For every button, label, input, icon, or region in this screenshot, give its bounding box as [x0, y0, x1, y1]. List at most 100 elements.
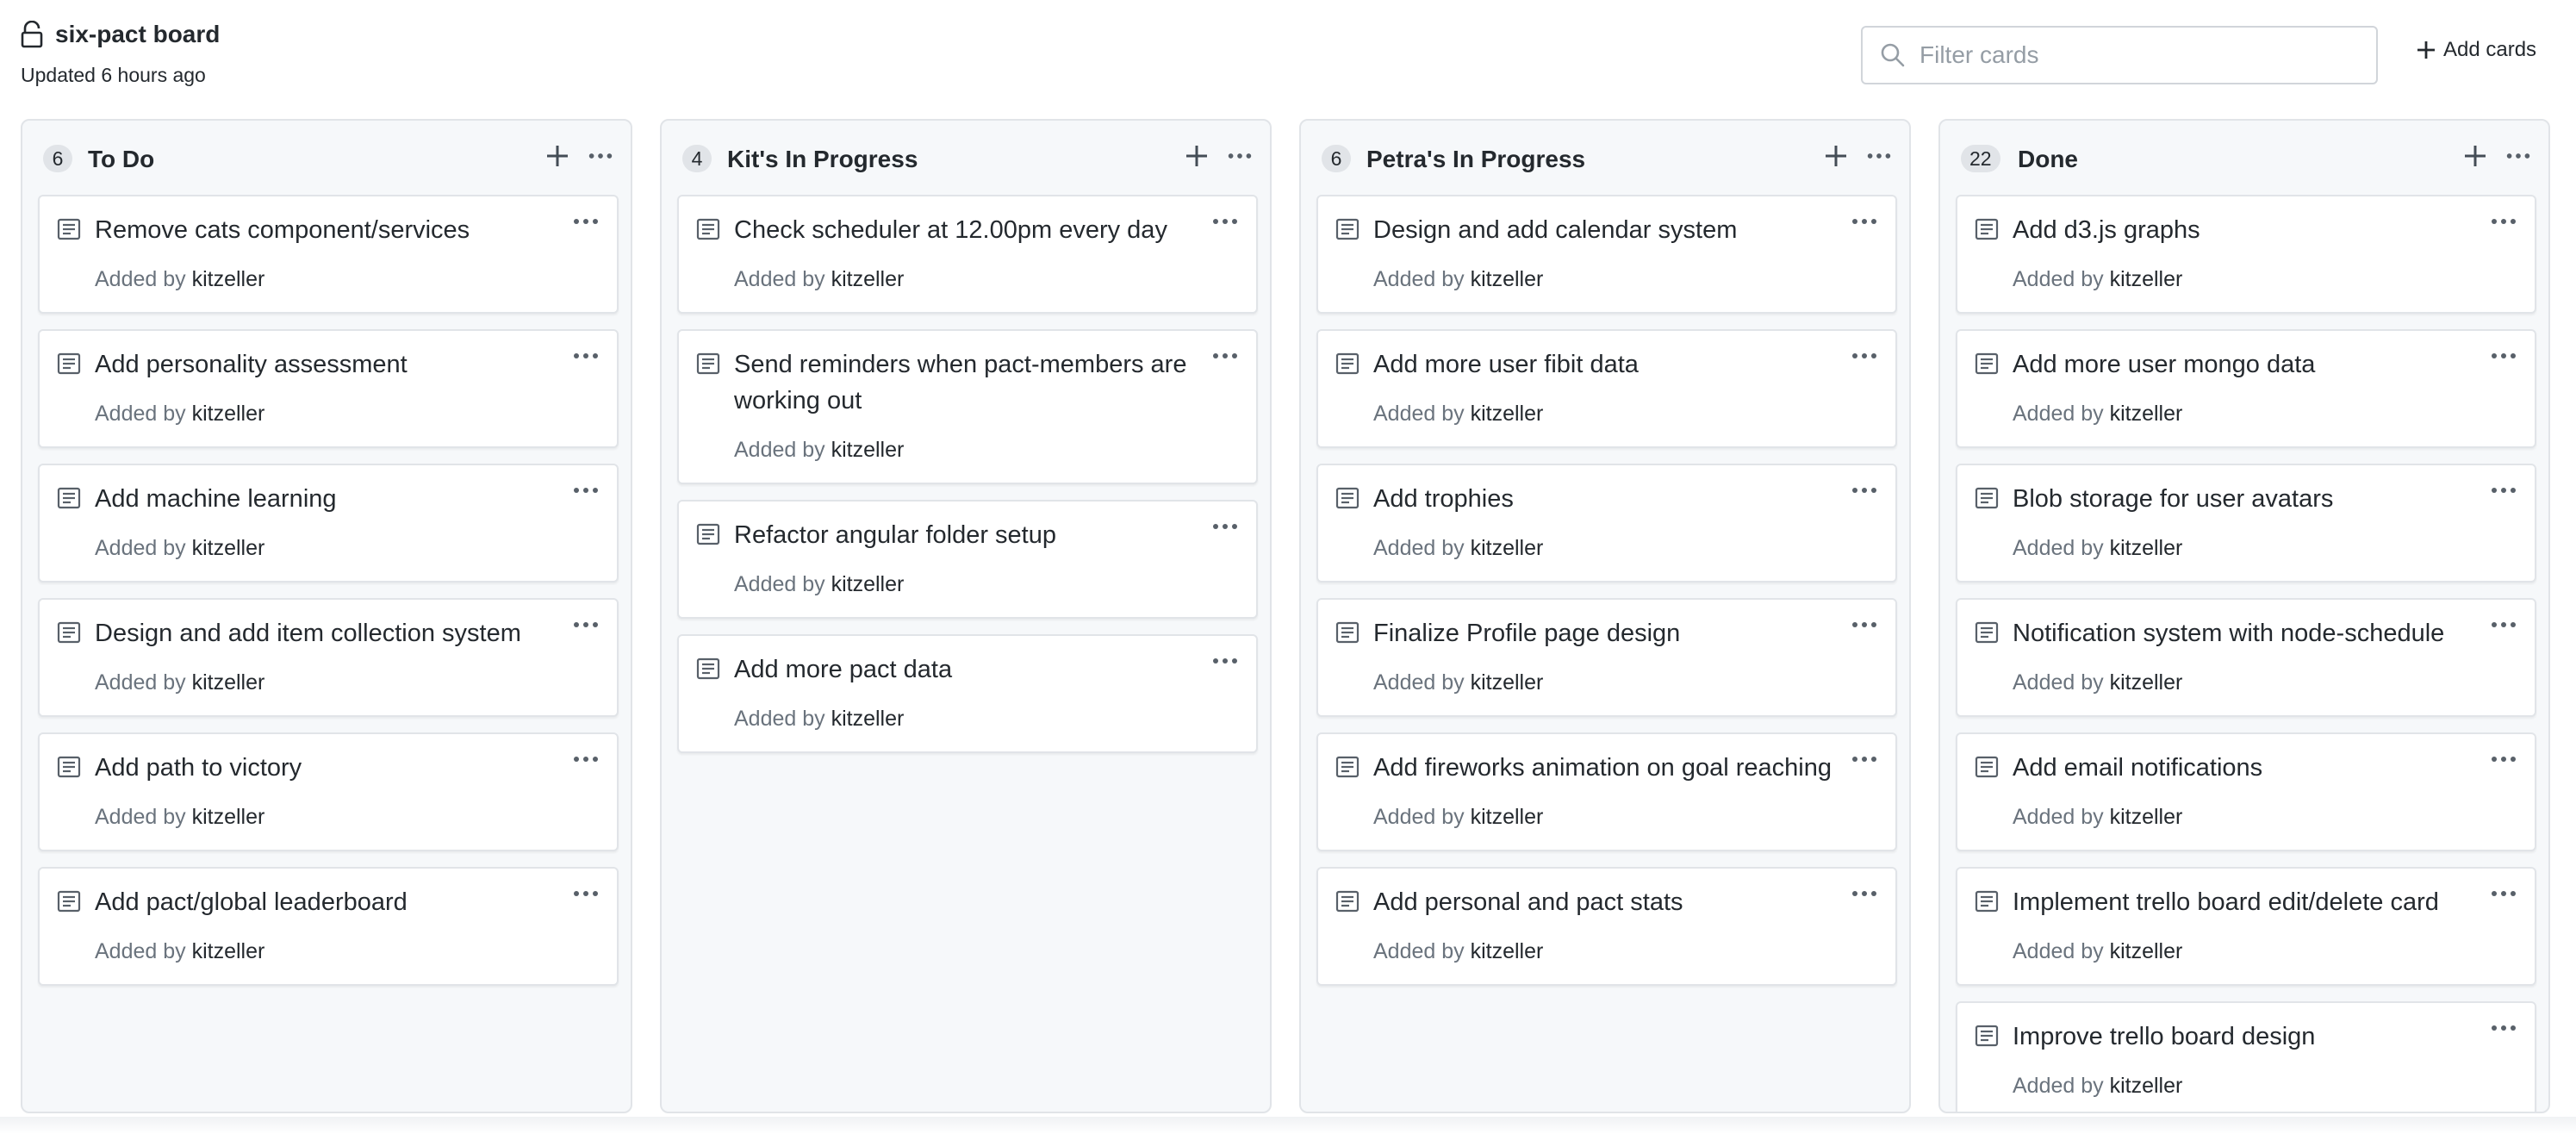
card-menu-icon[interactable] — [1849, 345, 1880, 367]
card-author-link[interactable]: kitzeller — [192, 670, 265, 695]
card-author-link[interactable]: kitzeller — [1471, 939, 1544, 963]
added-by-label: Added by — [1373, 939, 1465, 963]
card-author-link[interactable]: kitzeller — [192, 805, 265, 829]
card-title: Check scheduler at 12.00pm every day — [734, 216, 1167, 244]
card[interactable]: Add email notifications Added by kitzelle… — [1956, 732, 2536, 851]
card-author-link[interactable]: kitzeller — [831, 438, 905, 462]
card[interactable]: Add more user mongo data Added by kitzell… — [1956, 329, 2536, 448]
card-author-link[interactable]: kitzeller — [2110, 670, 2183, 695]
column-menu-icon[interactable] — [2504, 143, 2533, 169]
card[interactable]: Blob storage for user avatars Added by ki… — [1956, 464, 2536, 583]
card-meta: Added by kitzeller — [2013, 536, 2182, 561]
card-menu-icon[interactable] — [2488, 210, 2519, 233]
card-menu-icon[interactable] — [1210, 210, 1241, 233]
card-meta: Added by kitzeller — [1373, 267, 1543, 292]
column-title: Done — [2018, 146, 2078, 172]
card-author-link[interactable]: kitzeller — [1471, 670, 1544, 695]
card[interactable]: Add personal and pact stats Added by kitz… — [1316, 867, 1897, 986]
card-meta: Added by kitzeller — [2013, 402, 2182, 427]
filter-cards-input[interactable] — [1920, 41, 2368, 69]
card-author-link[interactable]: kitzeller — [1471, 267, 1544, 291]
card-menu-icon[interactable] — [570, 479, 601, 502]
card-author-link[interactable]: kitzeller — [831, 572, 905, 596]
card-author-link[interactable]: kitzeller — [2110, 402, 2183, 426]
card-author-link[interactable]: kitzeller — [2110, 1074, 2183, 1098]
card[interactable]: Finalize Profile page design Added by kit… — [1316, 598, 1897, 717]
card-menu-icon[interactable] — [2488, 614, 2519, 636]
card[interactable]: Add fireworks animation on goal reaching… — [1316, 732, 1897, 851]
card-menu-icon[interactable] — [2488, 748, 2519, 770]
card[interactable]: Design and add calendar system Added by k… — [1316, 195, 1897, 314]
card-menu-icon[interactable] — [570, 748, 601, 770]
note-icon — [57, 352, 81, 375]
card[interactable]: Add machine learning Added by kitzeller — [38, 464, 619, 583]
card[interactable]: Improve trello board design Added by kitz… — [1956, 1001, 2536, 1112]
add-card-plus-icon[interactable] — [1823, 143, 1849, 169]
filter-cards-field[interactable] — [1861, 26, 2378, 84]
board-column: 4 Kit's In Progress Check scheduler at 12.… — [660, 119, 1272, 1113]
add-card-plus-icon[interactable] — [1184, 143, 1210, 169]
card-menu-icon[interactable] — [1210, 345, 1241, 367]
card-menu-icon[interactable] — [1849, 882, 1880, 905]
card-menu-icon[interactable] — [1849, 748, 1880, 770]
card-author-link[interactable]: kitzeller — [192, 536, 265, 560]
column-menu-icon[interactable] — [1225, 143, 1254, 169]
column-menu-icon[interactable] — [586, 143, 615, 169]
column-menu-icon[interactable] — [1864, 143, 1894, 169]
card-menu-icon[interactable] — [1849, 614, 1880, 636]
card-meta: Added by kitzeller — [95, 670, 264, 695]
card-author-link[interactable]: kitzeller — [1471, 402, 1544, 426]
card-menu-icon[interactable] — [570, 882, 601, 905]
card-menu-icon[interactable] — [1210, 515, 1241, 538]
add-card-plus-icon[interactable] — [2462, 143, 2488, 169]
added-by-label: Added by — [2013, 939, 2104, 963]
column-header: 22 Done — [1940, 121, 2548, 195]
card-author-link[interactable]: kitzeller — [192, 267, 265, 291]
card[interactable]: Remove cats component/services Added by k… — [38, 195, 619, 314]
card-author-link[interactable]: kitzeller — [2110, 267, 2183, 291]
card-author-link[interactable]: kitzeller — [1471, 805, 1544, 829]
card-author-link[interactable]: kitzeller — [831, 267, 905, 291]
card[interactable]: Add personality assessment Added by kitze… — [38, 329, 619, 448]
card[interactable]: Check scheduler at 12.00pm every day Adde… — [677, 195, 1258, 314]
card[interactable]: Design and add item collection system Add… — [38, 598, 619, 717]
card-author-link[interactable]: kitzeller — [831, 707, 905, 731]
card-author-link[interactable]: kitzeller — [1471, 536, 1544, 560]
card-author-link[interactable]: kitzeller — [2110, 939, 2183, 963]
card[interactable]: Notification system with node-schedule Ad… — [1956, 598, 2536, 717]
card-meta: Added by kitzeller — [2013, 670, 2182, 695]
added-by-label: Added by — [1373, 267, 1465, 291]
card-title: Design and add calendar system — [1373, 216, 1738, 244]
added-by-label: Added by — [734, 572, 825, 596]
card-menu-icon[interactable] — [1210, 650, 1241, 672]
card[interactable]: Add more pact data Added by kitzeller — [677, 634, 1258, 753]
card-author-link[interactable]: kitzeller — [192, 402, 265, 426]
card[interactable]: Add more user fibit data Added by kitzell… — [1316, 329, 1897, 448]
card-menu-icon[interactable] — [2488, 345, 2519, 367]
card-menu-icon[interactable] — [2488, 1017, 2519, 1039]
add-cards-button[interactable]: Add cards — [2416, 38, 2536, 62]
card-menu-icon[interactable] — [1849, 210, 1880, 233]
card[interactable]: Send reminders when pact-members are wor… — [677, 329, 1258, 484]
card-meta: Added by kitzeller — [95, 536, 264, 561]
board-title: six-pact board — [55, 21, 221, 47]
card-menu-icon[interactable] — [1849, 479, 1880, 502]
card-menu-icon[interactable] — [2488, 882, 2519, 905]
card-menu-icon[interactable] — [570, 345, 601, 367]
card[interactable]: Implement trello board edit/delete card A… — [1956, 867, 2536, 986]
column-title: Kit's In Progress — [727, 146, 918, 172]
card-author-link[interactable]: kitzeller — [2110, 805, 2183, 829]
add-card-plus-icon[interactable] — [544, 143, 570, 169]
card[interactable]: Add d3.js graphs Added by kitzeller — [1956, 195, 2536, 314]
card[interactable]: Add trophies Added by kitzeller — [1316, 464, 1897, 583]
card-menu-icon[interactable] — [570, 614, 601, 636]
card[interactable]: Refactor angular folder setup Added by ki… — [677, 500, 1258, 619]
card[interactable]: Add pact/global leaderboard Added by kitz… — [38, 867, 619, 986]
card-author-link[interactable]: kitzeller — [2110, 536, 2183, 560]
card[interactable]: Add path to victory Added by kitzeller — [38, 732, 619, 851]
note-icon — [1975, 1025, 1999, 1047]
note-icon — [696, 218, 720, 240]
card-menu-icon[interactable] — [570, 210, 601, 233]
card-menu-icon[interactable] — [2488, 479, 2519, 502]
card-author-link[interactable]: kitzeller — [192, 939, 265, 963]
